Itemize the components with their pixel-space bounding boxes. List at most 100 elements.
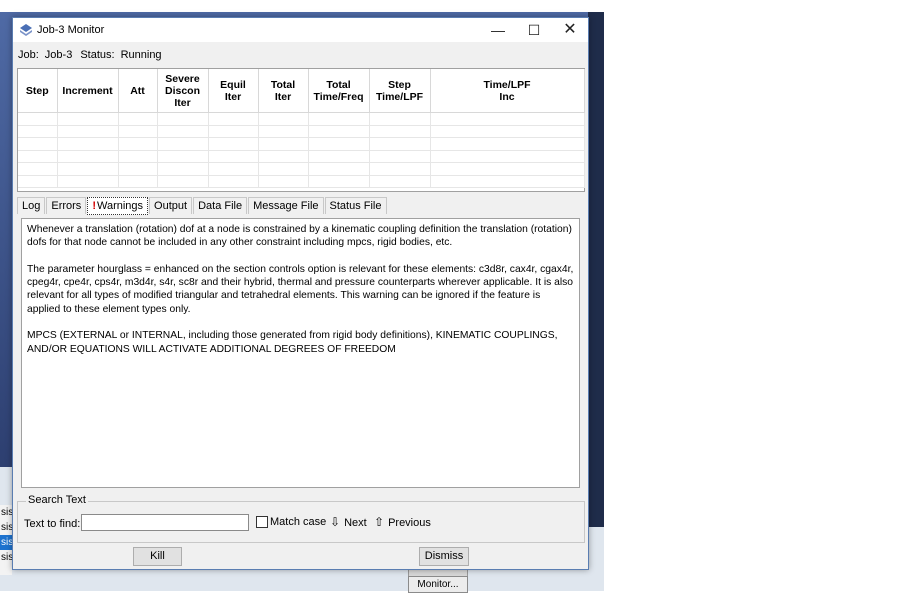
column-header[interactable]: Step [18, 69, 58, 113]
column-header[interactable]: Total Iter [258, 69, 309, 113]
job-status-line: Job: Job-3 Status: Running [18, 49, 168, 61]
table-row[interactable] [18, 137, 585, 151]
table-cell [57, 125, 119, 138]
tab-message-file[interactable]: Message File [248, 197, 324, 214]
table-cell [369, 112, 431, 126]
table-cell [118, 125, 158, 138]
tab-label: Output [154, 200, 188, 212]
table-row[interactable] [18, 112, 585, 126]
tab-label: Log [22, 200, 41, 212]
table-cell [157, 175, 209, 188]
background-job-item[interactable]: sis [0, 520, 13, 535]
next-button[interactable]: ⇩ Next [330, 515, 367, 529]
app-icon [20, 24, 32, 36]
table-header-row: Step Increment Att Severe Discon Iter Equil Ite… [18, 69, 585, 113]
table-cell [18, 137, 58, 151]
tab-data-file[interactable]: Data File [193, 197, 248, 214]
table-cell [18, 112, 58, 126]
table-cell [208, 112, 259, 126]
table-cell [258, 112, 309, 126]
next-label: Next [344, 517, 367, 529]
table-body [18, 112, 585, 188]
table-row[interactable] [18, 150, 585, 163]
table-cell [118, 150, 158, 163]
tab-warnings[interactable]: !Warnings [87, 197, 149, 215]
job-label: Job: [18, 49, 39, 61]
table-cell [258, 150, 309, 163]
kill-button[interactable]: Kill [133, 547, 182, 566]
tab-log[interactable]: Log [17, 197, 46, 214]
previous-label: Previous [388, 517, 431, 529]
column-header[interactable]: Time/LPF Inc [430, 69, 585, 113]
column-header-line: Step [388, 78, 411, 91]
column-header-line: Time/LPF [375, 90, 424, 103]
tab-output[interactable]: Output [149, 197, 193, 214]
table-cell [430, 175, 585, 188]
find-input[interactable] [81, 514, 249, 531]
search-group-title: Search Text [26, 494, 88, 506]
table-cell [18, 150, 58, 163]
column-header-line: Time/LPF [483, 78, 531, 91]
column-header-line: Time/Freq [313, 90, 364, 103]
tab-bar: Log Errors !Warnings Output Data File Message… [17, 197, 388, 215]
column-header[interactable]: Att [118, 69, 158, 113]
match-case-label[interactable]: Match case [270, 516, 326, 528]
table-cell [208, 162, 259, 176]
table-cell [118, 175, 158, 188]
table-cell [208, 150, 259, 163]
background-job-list: sis sis sis sis [0, 505, 13, 575]
table-cell [57, 175, 119, 188]
table-cell [258, 125, 309, 138]
table-cell [308, 125, 370, 138]
table-cell [157, 137, 209, 151]
column-header[interactable]: Severe Discon Iter [157, 69, 209, 113]
column-header-line: Inc [499, 90, 515, 103]
maximize-icon[interactable]: ☐ [516, 18, 552, 42]
table-cell [369, 175, 431, 188]
status-value: Running [120, 49, 162, 61]
title-bar[interactable]: Job-3 Monitor — ☐ ✕ [13, 18, 588, 42]
table-cell [308, 137, 370, 151]
column-header-line: Increment [62, 84, 113, 97]
column-header-line: Step [25, 84, 49, 97]
tab-status-file[interactable]: Status File [324, 197, 387, 214]
previous-button[interactable]: ⇧ Previous [374, 515, 431, 529]
progress-table[interactable]: Step Increment Att Severe Discon Iter Equil Ite… [17, 68, 585, 192]
column-header[interactable]: Equil Iter [208, 69, 259, 113]
table-cell [118, 162, 158, 176]
find-label: Text to find: [24, 518, 81, 530]
job-monitor-window: Job-3 Monitor — ☐ ✕ Job: Job-3 Status: Runn… [12, 17, 589, 570]
column-header-line: Iter [224, 90, 242, 103]
tab-errors[interactable]: Errors [46, 197, 87, 214]
background-job-item[interactable]: sis [0, 550, 13, 565]
close-icon[interactable]: ✕ [552, 18, 588, 42]
dismiss-button[interactable]: Dismiss [419, 547, 469, 566]
column-header[interactable]: Total Time/Freq [308, 69, 370, 113]
table-cell [430, 125, 585, 138]
table-cell [57, 112, 119, 126]
table-row[interactable] [18, 125, 585, 138]
table-cell [18, 125, 58, 138]
table-row[interactable] [18, 162, 585, 176]
match-case-checkbox[interactable] [256, 516, 268, 528]
tab-label: Errors [51, 200, 82, 212]
arrow-up-icon: ⇧ [374, 515, 385, 529]
monitor-button[interactable]: Monitor... [408, 576, 468, 593]
warnings-text-area[interactable]: Whenever a translation (rotation) dof at… [21, 218, 580, 488]
tab-label: Status File [329, 200, 382, 212]
table-cell [430, 150, 585, 163]
minimize-icon[interactable]: — [480, 18, 516, 42]
table-cell [157, 150, 209, 163]
column-header-line: Severe [165, 72, 200, 85]
background-job-item-selected[interactable]: sis [0, 535, 13, 550]
window-title: Job-3 Monitor [37, 24, 105, 36]
column-header[interactable]: Step Time/LPF [369, 69, 431, 113]
table-row[interactable] [18, 175, 585, 188]
table-cell [369, 137, 431, 151]
column-header-line: Total [270, 78, 296, 91]
background-job-item[interactable]: sis [0, 505, 13, 520]
table-cell [258, 175, 309, 188]
warning-icon: ! [92, 200, 96, 212]
column-header[interactable]: Increment [57, 69, 119, 113]
table-cell [57, 162, 119, 176]
